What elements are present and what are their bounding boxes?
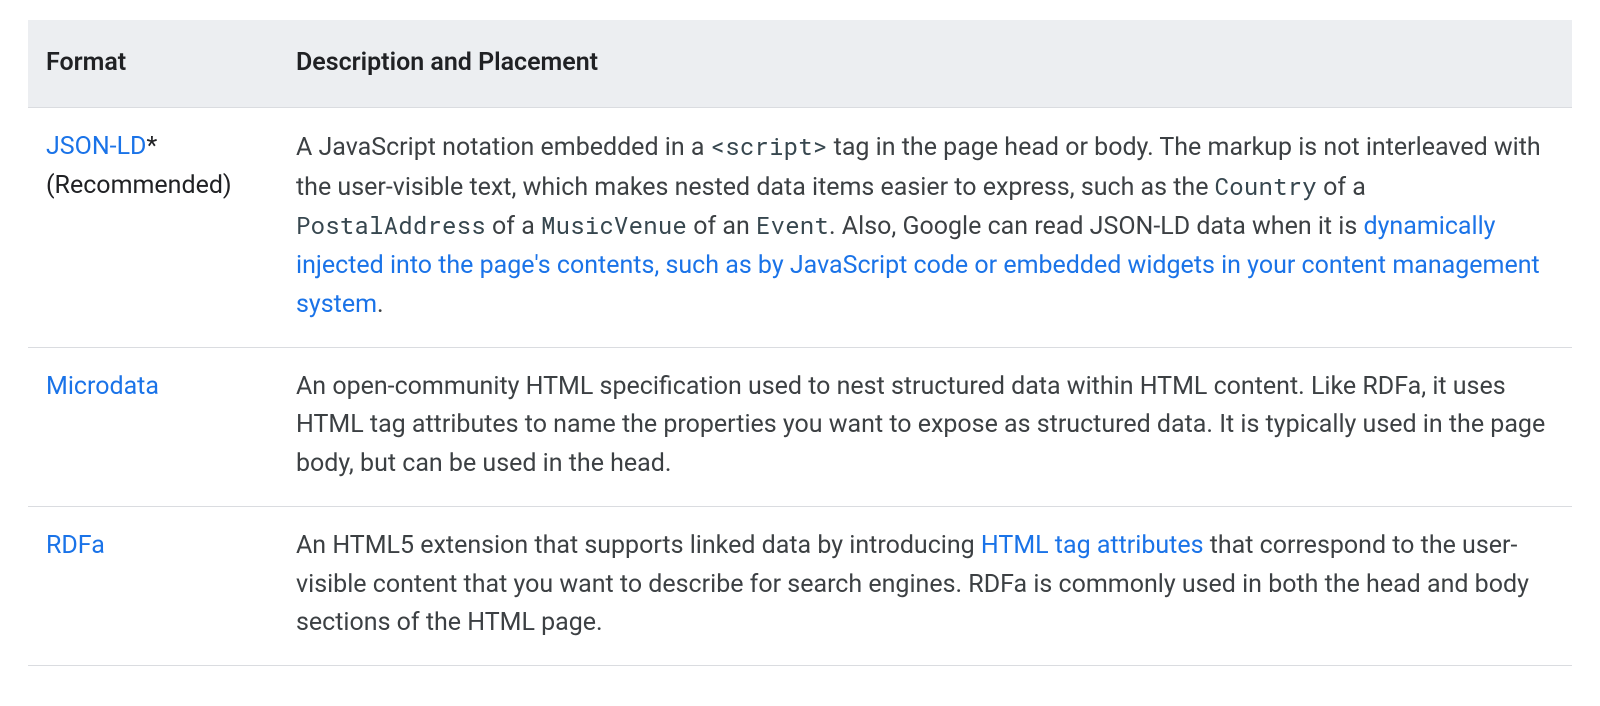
code-event: Event bbox=[756, 209, 829, 241]
content-wrapper: Format Description and Placement JSON-LD… bbox=[0, 0, 1600, 706]
table-row: Microdata An open-community HTML specifi… bbox=[28, 347, 1572, 506]
formats-table: Format Description and Placement JSON-LD… bbox=[28, 20, 1572, 666]
desc-text: of a bbox=[1317, 173, 1366, 202]
desc-text: An open-community HTML specification use… bbox=[296, 372, 1545, 479]
desc-link-html-tag-attributes[interactable]: HTML tag attributes bbox=[981, 531, 1204, 560]
format-cell-jsonld: JSON-LD* (Recommended) bbox=[28, 107, 278, 347]
code-country: Country bbox=[1215, 170, 1317, 202]
desc-text: An HTML5 extension that supports linked … bbox=[296, 531, 981, 560]
format-link-microdata[interactable]: Microdata bbox=[46, 372, 159, 401]
description-cell-rdfa: An HTML5 extension that supports linked … bbox=[278, 506, 1572, 665]
desc-text: . Also, Google can read JSON-LD data whe… bbox=[829, 212, 1363, 241]
description-cell-microdata: An open-community HTML specification use… bbox=[278, 347, 1572, 506]
code-postaladdress: PostalAddress bbox=[296, 209, 486, 241]
table-row: RDFa An HTML5 extension that supports li… bbox=[28, 506, 1572, 665]
table-header: Format Description and Placement bbox=[28, 20, 1572, 107]
table-row: JSON-LD* (Recommended) A JavaScript nota… bbox=[28, 107, 1572, 347]
desc-text: A JavaScript notation embedded in a bbox=[296, 133, 711, 162]
format-cell-rdfa: RDFa bbox=[28, 506, 278, 665]
desc-text: of a bbox=[486, 212, 541, 241]
format-cell-microdata: Microdata bbox=[28, 347, 278, 506]
header-format: Format bbox=[28, 20, 278, 107]
desc-text: . bbox=[377, 290, 384, 319]
desc-text: of an bbox=[687, 212, 756, 241]
description-cell-jsonld: A JavaScript notation embedded in a <scr… bbox=[278, 107, 1572, 347]
header-description: Description and Placement bbox=[278, 20, 1572, 107]
code-musicvenue: MusicVenue bbox=[541, 209, 687, 241]
code-script-tag: <script> bbox=[711, 130, 828, 162]
format-note: (Recommended) bbox=[46, 171, 232, 200]
format-link-jsonld[interactable]: JSON-LD bbox=[46, 132, 146, 161]
format-suffix: * bbox=[146, 132, 157, 161]
format-link-rdfa[interactable]: RDFa bbox=[46, 531, 105, 560]
